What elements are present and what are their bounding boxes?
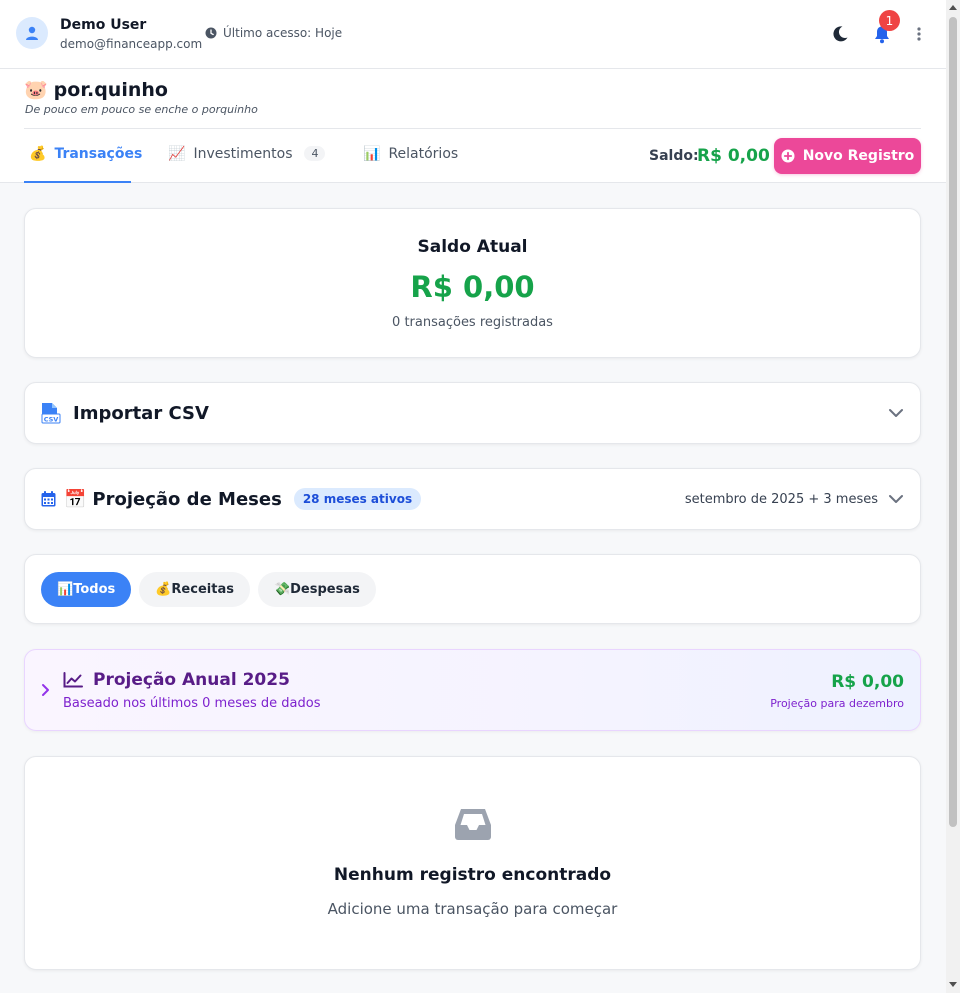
- months-projection-title: 📅 Projeção de Meses: [64, 489, 282, 510]
- theme-toggle-button[interactable]: [830, 24, 850, 44]
- brand-name: por.quinho: [53, 78, 168, 101]
- moon-icon: [833, 26, 848, 42]
- chevron-right-icon[interactable]: [41, 682, 51, 701]
- calendar-icon: [41, 491, 56, 507]
- annual-projection-value: R$ 0,00: [831, 672, 904, 692]
- line-chart-icon: [63, 672, 83, 688]
- tab-label: Relatórios: [388, 146, 459, 162]
- chart-up-icon: 📈: [168, 146, 186, 162]
- app-page: Demo User demo@financeapp.com Último ace…: [0, 0, 946, 993]
- filter-receitas-button[interactable]: 💰 Receitas: [139, 572, 250, 607]
- import-csv-section[interactable]: CSV Importar CSV: [24, 382, 921, 444]
- filters-card: 📊 Todos 💰 Receitas 💸 Despesas: [24, 554, 921, 624]
- top-bar: Demo User demo@financeapp.com Último ace…: [0, 0, 946, 69]
- active-months-badge: 28 meses ativos: [293, 488, 422, 510]
- saldo-label: Saldo:: [649, 148, 699, 164]
- calendar-emoji-icon: 📅: [64, 488, 87, 510]
- app-header: 🐷 por.quinho De pouco em pouco se enche …: [0, 69, 946, 183]
- brand-tagline: De pouco em pouco se enche o porquinho: [25, 103, 258, 116]
- brand[interactable]: 🐷 por.quinho: [24, 78, 168, 102]
- tab-label: Investimentos: [193, 146, 293, 162]
- annual-projection-card[interactable]: Projeção Anual 2025 Baseado nos últimos …: [24, 649, 921, 731]
- filter-group: 📊 Todos 💰 Receitas 💸 Despesas: [41, 572, 376, 607]
- notification-count-badge: 1: [879, 10, 900, 31]
- filter-todos-button[interactable]: 📊 Todos: [41, 572, 132, 607]
- inbox-icon: [25, 807, 920, 841]
- chevron-down-icon[interactable]: [888, 383, 904, 443]
- pig-icon: 🐷: [24, 79, 48, 101]
- new-record-label: Novo Registro: [802, 148, 915, 164]
- more-options-button[interactable]: [913, 25, 925, 43]
- scroll-up-arrow-icon[interactable]: [949, 5, 957, 10]
- money-bag-icon: 💰: [155, 582, 172, 597]
- empty-state-card: Nenhum registro encontrado Adicione uma …: [24, 756, 921, 970]
- filter-label: Despesas: [290, 582, 360, 597]
- bar-chart-icon: 📊: [57, 582, 74, 597]
- month-range: setembro de 2025 + 3 meses: [684, 491, 878, 507]
- user-email: demo@financeapp.com: [60, 37, 203, 51]
- balance-card: Saldo Atual R$ 0,00 0 transações registr…: [24, 208, 921, 358]
- filter-despesas-button[interactable]: 💸 Despesas: [257, 572, 376, 607]
- kebab-menu-icon: [917, 27, 921, 41]
- csv-file-icon: CSV: [41, 403, 61, 424]
- tab-investimentos[interactable]: 📈 Investimentos 4: [168, 146, 326, 183]
- user-name: Demo User: [60, 17, 147, 33]
- balance-title: Saldo Atual: [417, 237, 528, 257]
- scroll-down-arrow-icon[interactable]: [949, 982, 957, 987]
- clock-icon: [205, 27, 217, 39]
- last-access: Último acesso: Hoje: [205, 26, 342, 40]
- avatar[interactable]: [16, 17, 48, 49]
- new-record-button[interactable]: Novo Registro: [774, 138, 921, 174]
- filter-label: Receitas: [171, 582, 234, 597]
- scrollbar[interactable]: [946, 0, 960, 993]
- import-csv-title: Importar CSV: [73, 402, 209, 424]
- tab-count-badge: 4: [304, 146, 326, 161]
- money-wings-icon: 💸: [273, 582, 291, 597]
- plus-circle-icon: [781, 149, 795, 163]
- months-projection-section[interactable]: 📅 Projeção de Meses 28 meses ativos sete…: [24, 468, 921, 530]
- annual-projection-title-text: Projeção Anual 2025: [93, 670, 290, 690]
- months-projection-title-text: Projeção de Meses: [92, 488, 282, 510]
- user-icon: [26, 26, 38, 40]
- balance-value: R$ 0,00: [410, 270, 535, 304]
- empty-state-subtitle: Adicione uma transação para começar: [327, 900, 618, 918]
- empty-state-title: Nenhum registro encontrado: [333, 865, 612, 885]
- import-csv-header: CSV Importar CSV: [41, 383, 209, 443]
- tab-relatorios[interactable]: 📊 Relatórios: [363, 146, 458, 183]
- months-projection-header: 📅 Projeção de Meses 28 meses ativos: [41, 469, 422, 529]
- header-divider: [24, 128, 921, 129]
- money-bag-icon: 💰: [29, 146, 47, 162]
- filter-label: Todos: [73, 582, 116, 597]
- annual-projection-caption: Projeção para dezembro: [770, 697, 904, 710]
- annual-projection-subtitle: Baseado nos últimos 0 meses de dados: [63, 696, 321, 711]
- bar-chart-icon: 📊: [363, 146, 381, 162]
- svg-text:CSV: CSV: [44, 416, 59, 424]
- scrollbar-thumb[interactable]: [949, 17, 957, 827]
- annual-projection-title: Projeção Anual 2025: [63, 670, 290, 690]
- saldo-value: R$ 0,00: [697, 146, 770, 166]
- transaction-count: 0 transações registradas: [392, 315, 553, 330]
- tab-label: Transações: [54, 146, 143, 162]
- tab-transacoes[interactable]: 💰 Transações: [24, 146, 142, 183]
- chevron-down-icon[interactable]: [888, 469, 904, 529]
- last-access-text: Último acesso: Hoje: [223, 26, 343, 40]
